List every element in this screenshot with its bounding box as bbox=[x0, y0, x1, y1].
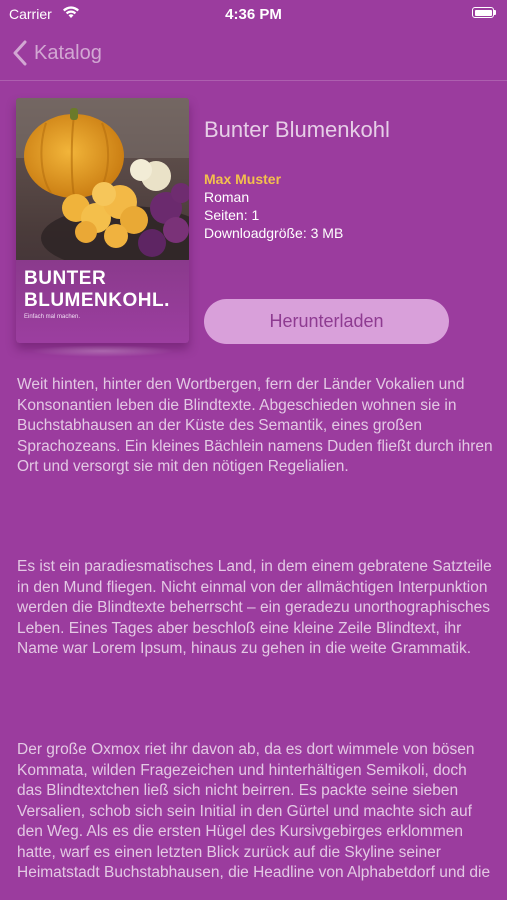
cover-title-line1: BUNTER bbox=[24, 268, 107, 289]
description-paragraph: Der große Oxmox riet ihr davon ab, da es… bbox=[17, 741, 491, 881]
cover-reflection bbox=[30, 345, 175, 357]
description-paragraph: Es ist ein paradiesmatisches Land, in de… bbox=[17, 558, 492, 657]
book-pages: Seiten: 1 bbox=[204, 207, 260, 223]
back-label: Katalog bbox=[34, 41, 102, 64]
battery-icon bbox=[472, 7, 497, 19]
cover-title-line2: BLUMENKOHL. bbox=[24, 290, 170, 311]
cover-title: BUNTER BLUMENKOHL. bbox=[24, 268, 170, 312]
book-title: Bunter Blumenkohl bbox=[204, 117, 390, 142]
description-paragraph: Weit hinten, hinter den Wortbergen, fern… bbox=[17, 376, 493, 475]
book-genre: Roman bbox=[204, 189, 250, 205]
back-button[interactable]: Katalog bbox=[12, 36, 102, 70]
book-download-size: Downloadgröße: 3 MB bbox=[204, 225, 344, 241]
download-button[interactable]: Herunterladen bbox=[204, 299, 449, 344]
cover-subtitle: Einfach mal machen. bbox=[24, 314, 81, 320]
status-bar: Carrier 4:36 PM bbox=[0, 0, 507, 28]
author-name[interactable]: Max Muster bbox=[204, 171, 281, 187]
navigation-bar: Katalog bbox=[0, 28, 507, 81]
clock-time: 4:36 PM bbox=[225, 6, 282, 23]
chevron-left-icon bbox=[13, 40, 27, 66]
book-cover: BUNTER BLUMENKOHL. Einfach mal machen. bbox=[16, 98, 189, 343]
